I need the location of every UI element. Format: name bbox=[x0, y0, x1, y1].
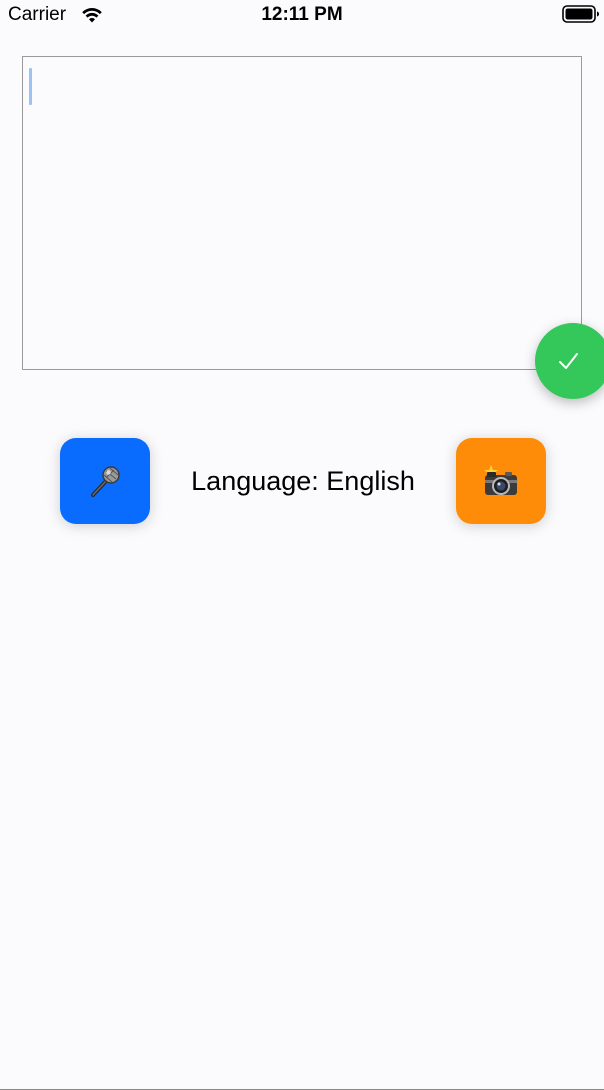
confirm-button[interactable] bbox=[535, 323, 604, 399]
microphone-button[interactable] bbox=[60, 438, 150, 524]
status-bar: Carrier 12:11 PM bbox=[0, 0, 604, 30]
battery-icon bbox=[562, 5, 599, 23]
language-label: Language: English bbox=[191, 466, 415, 496]
microphone-icon bbox=[91, 466, 120, 497]
checkmark-icon bbox=[559, 353, 578, 369]
camera-button[interactable] bbox=[456, 438, 546, 524]
camera-flash-icon bbox=[484, 465, 517, 495]
text-input[interactable] bbox=[22, 56, 582, 370]
clock: 12:11 PM bbox=[261, 4, 343, 25]
text-caret bbox=[29, 68, 32, 105]
